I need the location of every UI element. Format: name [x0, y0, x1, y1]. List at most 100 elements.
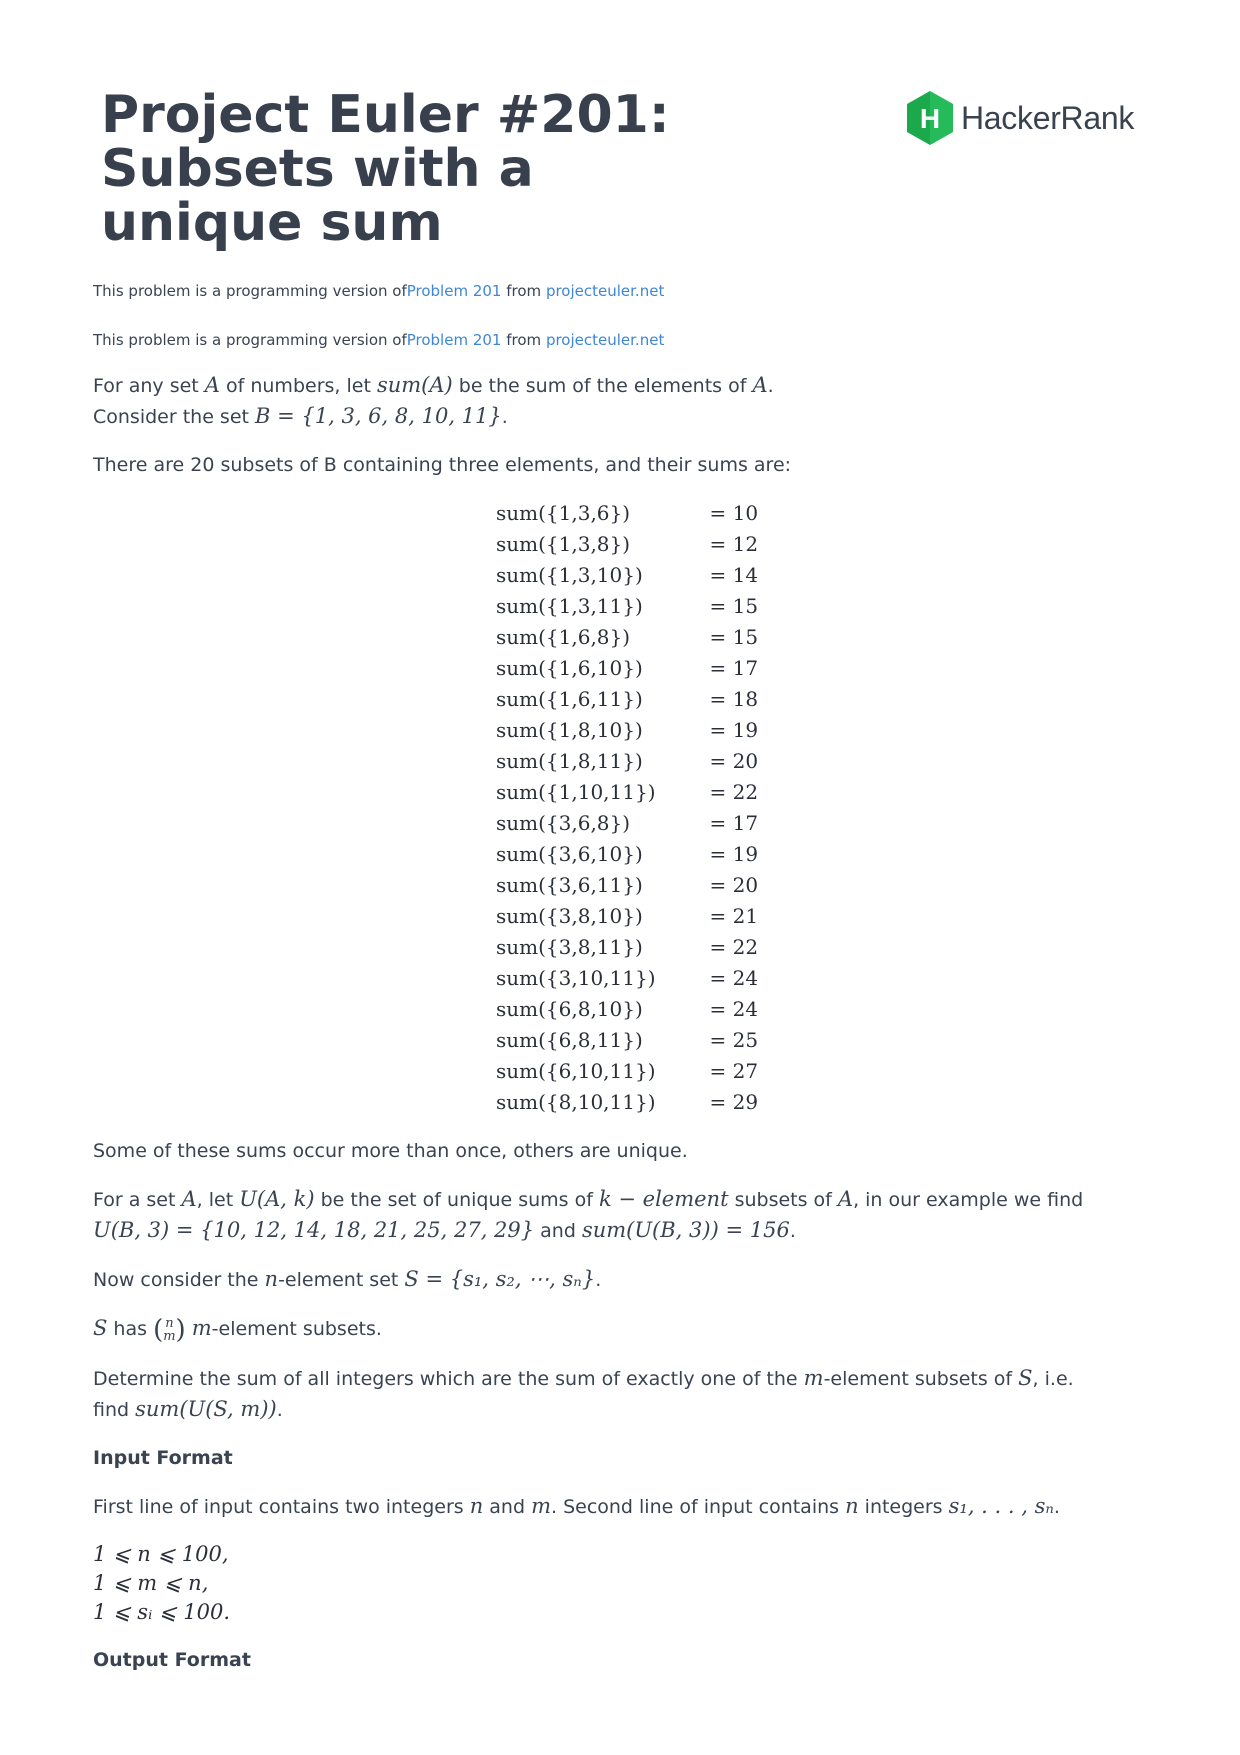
projecteuler-link[interactable]: projecteuler.net	[546, 331, 664, 349]
math-B-def: B = {1, 3, 6, 8, 10, 11}	[255, 404, 502, 428]
sum-result: = 19	[709, 718, 759, 742]
sum-expression: sum({1,8,10})	[496, 718, 643, 742]
table-row: sum({1,6,8}) = 15	[496, 622, 758, 653]
logo-text: HackerRank	[961, 99, 1135, 136]
math-S: S	[93, 1316, 108, 1340]
text: be the sum of the elements of	[452, 375, 753, 397]
binomial-paragraph: S has (n m) m-element subsets.	[93, 1313, 1143, 1345]
table-row: sum({6,8,10}) = 24	[496, 994, 758, 1025]
projecteuler-link[interactable]: projecteuler.net	[546, 282, 664, 300]
math-m: m	[191, 1316, 212, 1340]
table-row: sum({8,10,11}) = 29	[496, 1087, 758, 1118]
problem-link[interactable]: Problem 201	[407, 282, 502, 300]
sum-expression: sum({1,6,11})	[496, 687, 643, 711]
text: . Second line of input contains	[550, 1496, 846, 1518]
subsets-intro: There are 20 subsets of B containing thr…	[93, 454, 792, 476]
source-prefix: This problem is a programming version of	[93, 282, 407, 300]
problem-page: Project Euler #201: Subsets with a uniqu…	[93, 0, 1143, 1671]
sum-result: = 15	[709, 625, 759, 649]
text: be the set of unique sums of	[314, 1189, 599, 1211]
text: -element set	[278, 1269, 405, 1291]
text: and	[534, 1220, 582, 1242]
sum-result: = 22	[709, 935, 759, 959]
math-UAk: U(A, k)	[239, 1187, 315, 1211]
sum-expression: sum({3,8,11})	[496, 935, 643, 959]
hackerrank-logo[interactable]: H HackerRank	[905, 90, 1134, 146]
unique-sums-paragraph: For a set A, let U(A, k) be the set of u…	[93, 1184, 1143, 1246]
math-S: S	[1018, 1366, 1033, 1390]
text: .	[767, 375, 774, 397]
table-row: sum({1,3,10}) = 14	[496, 560, 758, 591]
source-note: This problem is a programming version of…	[93, 281, 664, 301]
table-row: sum({3,6,11}) = 20	[496, 870, 758, 901]
sum-result: = 19	[709, 842, 759, 866]
math-sumUSm: sum(U(S, m))	[135, 1397, 277, 1421]
table-row: sum({3,6,8}) = 17	[496, 808, 758, 839]
unique-note: Some of these sums occur more than once,…	[93, 1140, 688, 1162]
math-n: n	[264, 1267, 279, 1291]
determine-paragraph: Determine the sum of all integers which …	[93, 1363, 1143, 1425]
constraints: 1 ⩽ n ⩽ 100, 1 ⩽ m ⩽ n, 1 ⩽ sᵢ ⩽ 100.	[93, 1540, 1143, 1627]
math-m: m	[531, 1494, 551, 1518]
sum-result: = 14	[709, 563, 759, 587]
math-k-element: k − element	[598, 1187, 729, 1211]
sum-expression: sum({1,3,8})	[496, 532, 631, 556]
table-row: sum({1,3,6}) = 10	[496, 498, 758, 529]
text: find	[93, 1399, 136, 1421]
header: Project Euler #201: Subsets with a uniqu…	[93, 0, 1143, 280]
math-sumUB3: sum(U(B, 3)) = 156	[581, 1218, 790, 1242]
sum-expression: sum({1,3,6})	[496, 501, 631, 525]
sum-expression: sum({1,6,10})	[496, 656, 643, 680]
text: Consider the set	[93, 406, 256, 428]
table-row: sum({1,6,11}) = 18	[496, 684, 758, 715]
n-element-set-paragraph: Now consider the n-element set S = {s₁, …	[93, 1264, 1143, 1295]
input-format-heading: Input Format	[93, 1447, 233, 1469]
sum-result: = 22	[709, 780, 759, 804]
text: For any set	[93, 375, 205, 397]
sum-expression: sum({1,8,11})	[496, 749, 643, 773]
sum-expression: sum({1,10,11})	[496, 780, 656, 804]
math-S-def: S = {s₁, s₂, ⋯, sₙ}	[404, 1267, 596, 1291]
table-row: sum({3,8,11}) = 22	[496, 932, 758, 963]
sum-result: = 20	[709, 749, 759, 773]
text: has	[107, 1318, 154, 1340]
math-n: n	[845, 1494, 859, 1518]
sum-result: = 10	[709, 501, 759, 525]
sum-expression: sum({3,6,11})	[496, 873, 643, 897]
text: .	[595, 1269, 602, 1291]
sum-result: = 29	[709, 1090, 759, 1114]
math-A: A	[204, 373, 220, 397]
constraint-m: 1 ⩽ m ⩽ n,	[93, 1571, 209, 1595]
binom-m: m	[163, 1329, 176, 1344]
text: and	[483, 1496, 532, 1518]
sum-expression: sum({1,3,10})	[496, 563, 643, 587]
sum-result: = 25	[709, 1028, 759, 1052]
table-row: sum({3,8,10}) = 21	[496, 901, 758, 932]
input-format-text: First line of input contains two integer…	[93, 1491, 1143, 1522]
sum-expression: sum({1,3,11})	[496, 594, 643, 618]
sum-result: = 21	[709, 904, 759, 928]
text: First line of input contains two integer…	[93, 1496, 470, 1518]
sum-result: = 27	[709, 1059, 759, 1083]
text: .	[276, 1399, 283, 1421]
sums-table-body: sum({1,3,6}) = 10 sum({1,3,8}) = 12 sum({1,3…	[496, 498, 758, 1118]
source-prefix: This problem is a programming version of	[93, 331, 407, 349]
text: of numbers, let	[219, 375, 377, 397]
table-row: sum({3,6,10}) = 19	[496, 839, 758, 870]
problem-link[interactable]: Problem 201	[407, 331, 502, 349]
math-A: A	[837, 1187, 854, 1211]
text: For a set	[93, 1189, 182, 1211]
sum-expression: sum({3,6,8})	[496, 811, 631, 835]
output-format-heading: Output Format	[93, 1649, 251, 1671]
table-row: sum({1,6,10}) = 17	[496, 653, 758, 684]
text: -element subsets of	[823, 1368, 1019, 1390]
math-m: m	[803, 1366, 824, 1390]
constraint-n: 1 ⩽ n ⩽ 100,	[93, 1542, 229, 1566]
text: .	[1053, 1496, 1060, 1518]
sum-result: = 24	[709, 966, 759, 990]
table-row: sum({1,3,11}) = 15	[496, 591, 758, 622]
math-A: A	[752, 373, 768, 397]
text: subsets of	[728, 1189, 838, 1211]
binomial-coefficient: (n m)	[153, 1315, 186, 1345]
sum-expression: sum({1,6,8})	[496, 625, 631, 649]
